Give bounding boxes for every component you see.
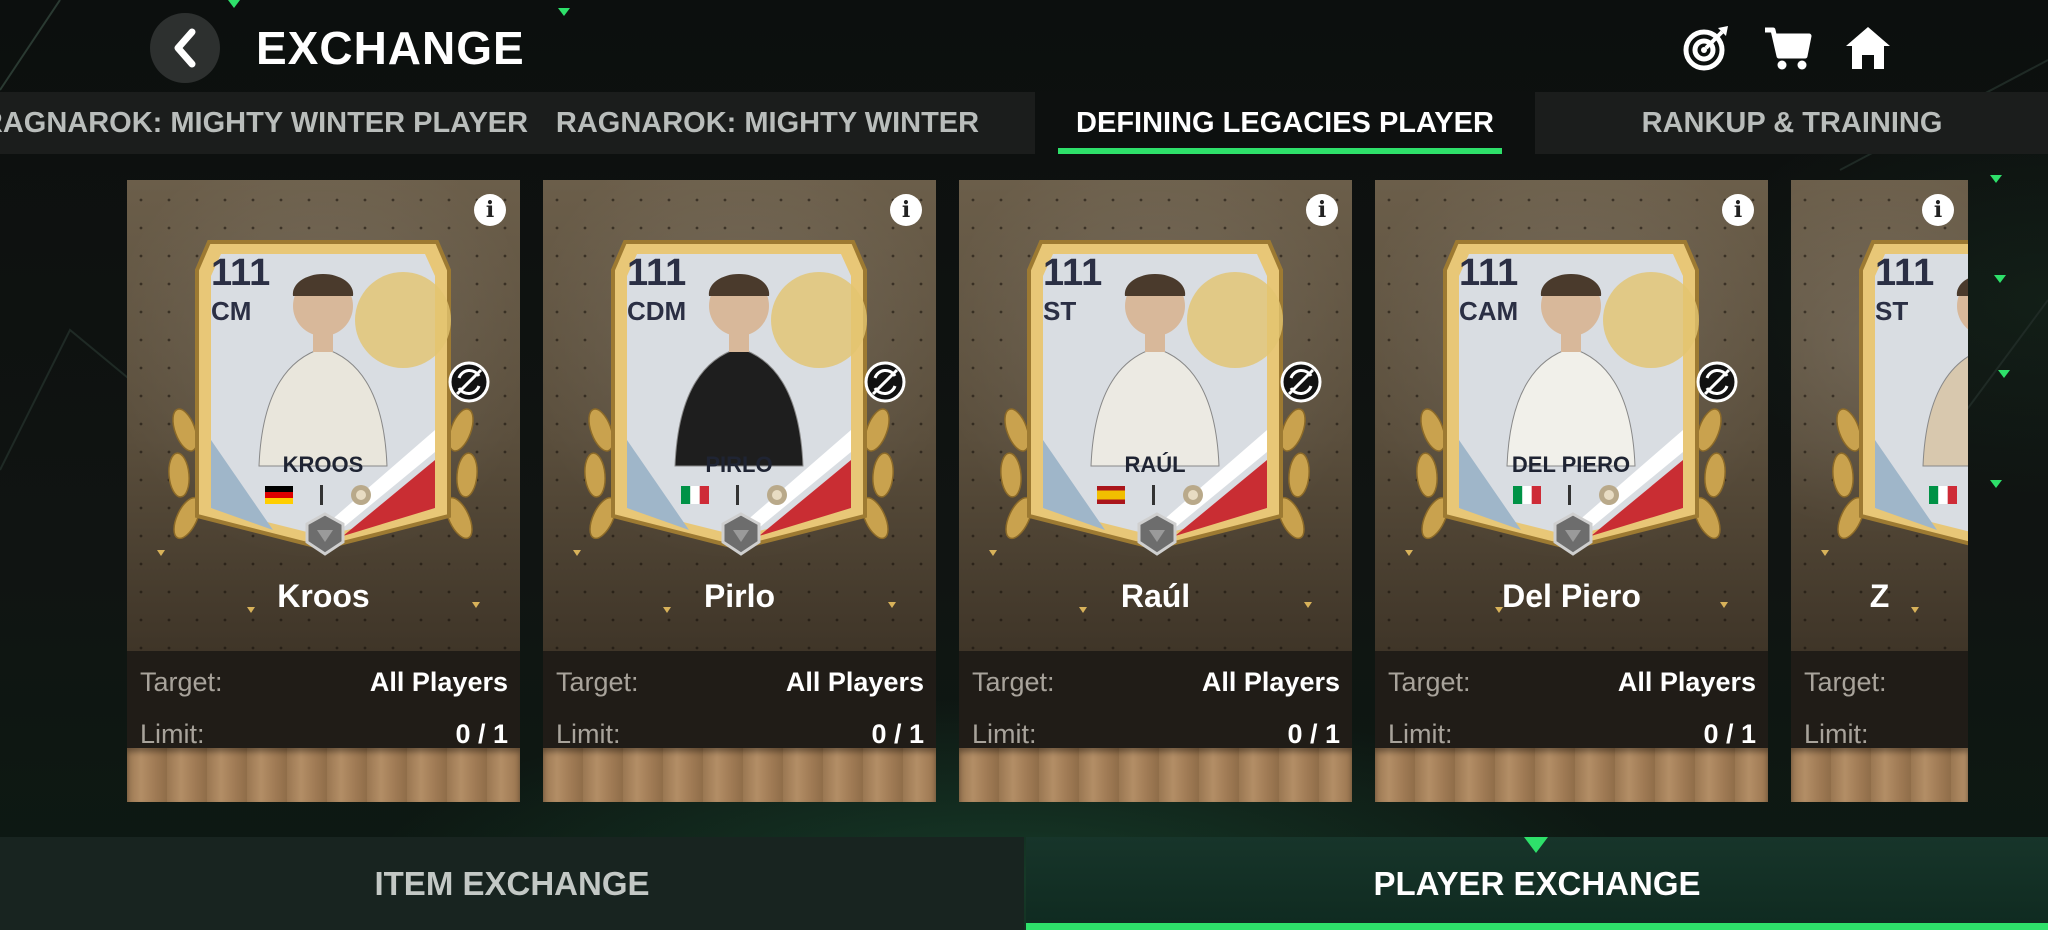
- untradeable-icon: [448, 361, 490, 403]
- limit-label: Limit:: [1388, 718, 1453, 749]
- rank-shield-icon: [721, 512, 761, 556]
- card-player-name: Z: [1827, 452, 1968, 478]
- player-position: ST: [1043, 296, 1077, 326]
- limit-value: 0 / 1: [1703, 718, 1756, 749]
- rank-shield-icon: [1553, 512, 1593, 556]
- bottom-tab-bar: ITEM EXCHANGE PLAYER EXCHANGE: [0, 837, 2048, 930]
- tab-defining-legacies-player[interactable]: DEFINING LEGACIES PLAYER: [1035, 92, 1535, 154]
- icon-badge-icon: [1599, 485, 1619, 505]
- player-position: ST: [1875, 296, 1909, 326]
- target-icon[interactable]: [1678, 20, 1734, 76]
- card-wood-base: [127, 748, 520, 802]
- player-card[interactable]: 111 CAM DEL PIERO i Del Piero Target: Al…: [1375, 180, 1768, 802]
- rank-shield-icon: [305, 512, 345, 556]
- card-wood-base: [1375, 748, 1768, 802]
- player-rating: 111: [627, 252, 687, 294]
- divider: [320, 485, 323, 505]
- player-name: Raúl: [1120, 578, 1191, 614]
- player-card[interactable]: 111 CDM PIRLO i Pirlo Target: All Player…: [543, 180, 936, 802]
- nation-flag-icon: [681, 486, 709, 504]
- tab-ragnarok-mighty-winter-player[interactable]: RAGNAROK: MIGHTY WINTER PLAYER: [0, 92, 528, 154]
- nation-flag-icon: [1513, 486, 1541, 504]
- card-info-panel: Target: All Players Limit: 0 / 1: [543, 651, 936, 749]
- card-player-name: KROOS: [282, 452, 364, 477]
- target-value: All Players: [1617, 666, 1756, 697]
- player-card[interactable]: 111 ST RAÚL i Raúl Target: All Players L…: [959, 180, 1352, 802]
- target-label: Target:: [972, 666, 1055, 697]
- card-info-panel: Target: Limit:: [1791, 651, 1968, 749]
- player-position: CAM: [1459, 296, 1519, 326]
- tab-ragnarok-mighty-winter[interactable]: RAGNAROK: MIGHTY WINTER: [520, 92, 1015, 154]
- divider: [1568, 485, 1571, 505]
- player-card[interactable]: 111 CM KROOS i Kroos Target: All Players…: [127, 180, 520, 802]
- target-label: Target:: [1804, 666, 1887, 697]
- card-player-name: RAÚL: [1124, 452, 1186, 477]
- player-name: Pirlo: [703, 578, 776, 614]
- card-player-name: DEL PIERO: [1511, 452, 1631, 477]
- player-name: Del Piero: [1502, 578, 1641, 614]
- target-label: Target:: [556, 666, 639, 697]
- card-player-name: PIRLO: [705, 452, 773, 477]
- limit-value: 0 / 1: [1287, 718, 1340, 749]
- card-info-panel: Target: All Players Limit: 0 / 1: [959, 651, 1352, 749]
- icon-badge-icon: [767, 485, 787, 505]
- icon-badge-icon: [351, 485, 371, 505]
- info-icon[interactable]: i: [890, 194, 922, 226]
- nation-flag-icon: [265, 486, 293, 504]
- cart-icon[interactable]: [1760, 20, 1816, 76]
- target-value: All Players: [785, 666, 924, 697]
- target-label: Target:: [140, 666, 223, 697]
- target-value: All Players: [369, 666, 508, 697]
- card-wood-base: [1791, 748, 1968, 802]
- limit-value: 0 / 1: [871, 718, 924, 749]
- page-title: EXCHANGE: [256, 22, 525, 74]
- player-card[interactable]: 111 ST Z i Z Target: Limit:: [1791, 180, 1968, 802]
- home-icon[interactable]: [1840, 20, 1896, 76]
- info-icon[interactable]: i: [1922, 194, 1954, 226]
- nation-flag-icon: [1097, 486, 1125, 504]
- tab-bar: RAGNAROK: MIGHTY WINTER PLAYER RAGNAROK:…: [0, 92, 2048, 154]
- player-rating: 111: [1043, 252, 1103, 294]
- nation-flag-icon: [1929, 486, 1957, 504]
- tab-rankup-training[interactable]: RANKUP & TRAINING: [1536, 92, 2048, 154]
- active-bottom-tab-marker: [1524, 837, 1548, 853]
- card-info-panel: Target: All Players Limit: 0 / 1: [127, 651, 520, 749]
- untradeable-icon: [1280, 361, 1322, 403]
- icon-badge-icon: [1183, 485, 1203, 505]
- player-position: CDM: [627, 296, 687, 326]
- target-label: Target:: [1388, 666, 1471, 697]
- chevron-left-icon: [174, 28, 196, 68]
- limit-label: Limit:: [1804, 718, 1869, 749]
- divider: [1152, 485, 1155, 505]
- player-rating: 111: [211, 252, 271, 294]
- info-icon[interactable]: i: [1722, 194, 1754, 226]
- divider: [736, 485, 739, 505]
- limit-label: Limit:: [140, 718, 205, 749]
- untradeable-icon: [1696, 361, 1738, 403]
- limit-value: 0 / 1: [455, 718, 508, 749]
- card-info-panel: Target: All Players Limit: 0 / 1: [1375, 651, 1768, 749]
- info-icon[interactable]: i: [1306, 194, 1338, 226]
- item-exchange-tab[interactable]: ITEM EXCHANGE: [0, 837, 1024, 930]
- untradeable-icon: [864, 361, 906, 403]
- player-rating: 111: [1875, 252, 1935, 294]
- card-wood-base: [543, 748, 936, 802]
- player-name: Z: [1869, 578, 1890, 614]
- active-tab-indicator: [1058, 148, 1502, 154]
- back-button[interactable]: [150, 13, 220, 83]
- target-value: All Players: [1201, 666, 1340, 697]
- limit-label: Limit:: [972, 718, 1037, 749]
- info-icon[interactable]: i: [474, 194, 506, 226]
- card-wood-base: [959, 748, 1352, 802]
- player-rating: 111: [1459, 252, 1519, 294]
- limit-label: Limit:: [556, 718, 621, 749]
- rank-shield-icon: [1137, 512, 1177, 556]
- player-name: Kroos: [277, 578, 370, 614]
- player-position: CM: [211, 296, 252, 326]
- active-bottom-tab-indicator: [1026, 923, 2048, 930]
